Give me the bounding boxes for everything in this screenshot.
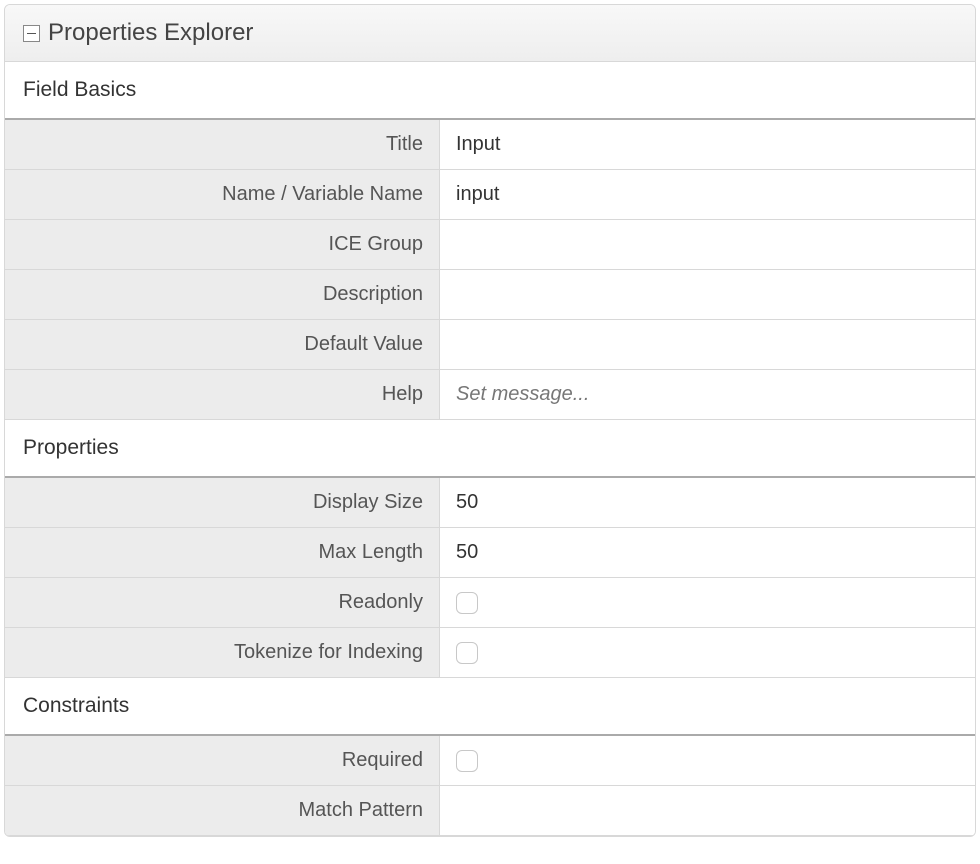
value-tokenize bbox=[440, 628, 975, 677]
value-required bbox=[440, 736, 975, 785]
row-name: Name / Variable Name bbox=[5, 170, 975, 220]
label-description: Description bbox=[5, 270, 440, 319]
value-name bbox=[440, 170, 975, 219]
match-pattern-input[interactable] bbox=[456, 797, 959, 824]
label-name: Name / Variable Name bbox=[5, 170, 440, 219]
panel-header: Properties Explorer bbox=[5, 5, 975, 62]
row-match-pattern: Match Pattern bbox=[5, 786, 975, 836]
row-ice-group: ICE Group bbox=[5, 220, 975, 270]
collapse-icon[interactable] bbox=[23, 25, 40, 42]
label-default-value: Default Value bbox=[5, 320, 440, 369]
row-tokenize: Tokenize for Indexing bbox=[5, 628, 975, 678]
tokenize-checkbox[interactable] bbox=[456, 642, 478, 664]
properties-explorer-panel: Properties Explorer Field Basics Title N… bbox=[4, 4, 976, 837]
label-max-length: Max Length bbox=[5, 528, 440, 577]
row-max-length: Max Length bbox=[5, 528, 975, 578]
label-display-size: Display Size bbox=[5, 478, 440, 527]
row-title: Title bbox=[5, 120, 975, 170]
value-match-pattern bbox=[440, 786, 975, 835]
label-readonly: Readonly bbox=[5, 578, 440, 627]
readonly-checkbox[interactable] bbox=[456, 592, 478, 614]
display-size-input[interactable] bbox=[456, 489, 959, 516]
label-title: Title bbox=[5, 120, 440, 169]
row-readonly: Readonly bbox=[5, 578, 975, 628]
required-checkbox[interactable] bbox=[456, 750, 478, 772]
row-default-value: Default Value bbox=[5, 320, 975, 370]
ice-group-input[interactable] bbox=[456, 231, 959, 258]
row-display-size: Display Size bbox=[5, 478, 975, 528]
label-required: Required bbox=[5, 736, 440, 785]
help-placeholder: Set message... bbox=[456, 383, 589, 406]
value-title bbox=[440, 120, 975, 169]
default-value-input[interactable] bbox=[456, 331, 959, 358]
value-max-length bbox=[440, 528, 975, 577]
value-readonly bbox=[440, 578, 975, 627]
row-description: Description bbox=[5, 270, 975, 320]
section-header-field-basics: Field Basics bbox=[5, 62, 975, 120]
name-input[interactable] bbox=[456, 181, 959, 208]
value-ice-group bbox=[440, 220, 975, 269]
max-length-input[interactable] bbox=[456, 539, 959, 566]
label-match-pattern: Match Pattern bbox=[5, 786, 440, 835]
title-input[interactable] bbox=[456, 131, 959, 158]
panel-title: Properties Explorer bbox=[48, 19, 253, 47]
section-header-properties: Properties bbox=[5, 420, 975, 478]
row-help: Help Set message... bbox=[5, 370, 975, 420]
value-description bbox=[440, 270, 975, 319]
section-header-constraints: Constraints bbox=[5, 678, 975, 736]
row-required: Required bbox=[5, 736, 975, 786]
value-default-value bbox=[440, 320, 975, 369]
label-ice-group: ICE Group bbox=[5, 220, 440, 269]
value-display-size bbox=[440, 478, 975, 527]
value-help[interactable]: Set message... bbox=[440, 370, 975, 419]
description-input[interactable] bbox=[456, 281, 959, 308]
label-tokenize: Tokenize for Indexing bbox=[5, 628, 440, 677]
label-help: Help bbox=[5, 370, 440, 419]
